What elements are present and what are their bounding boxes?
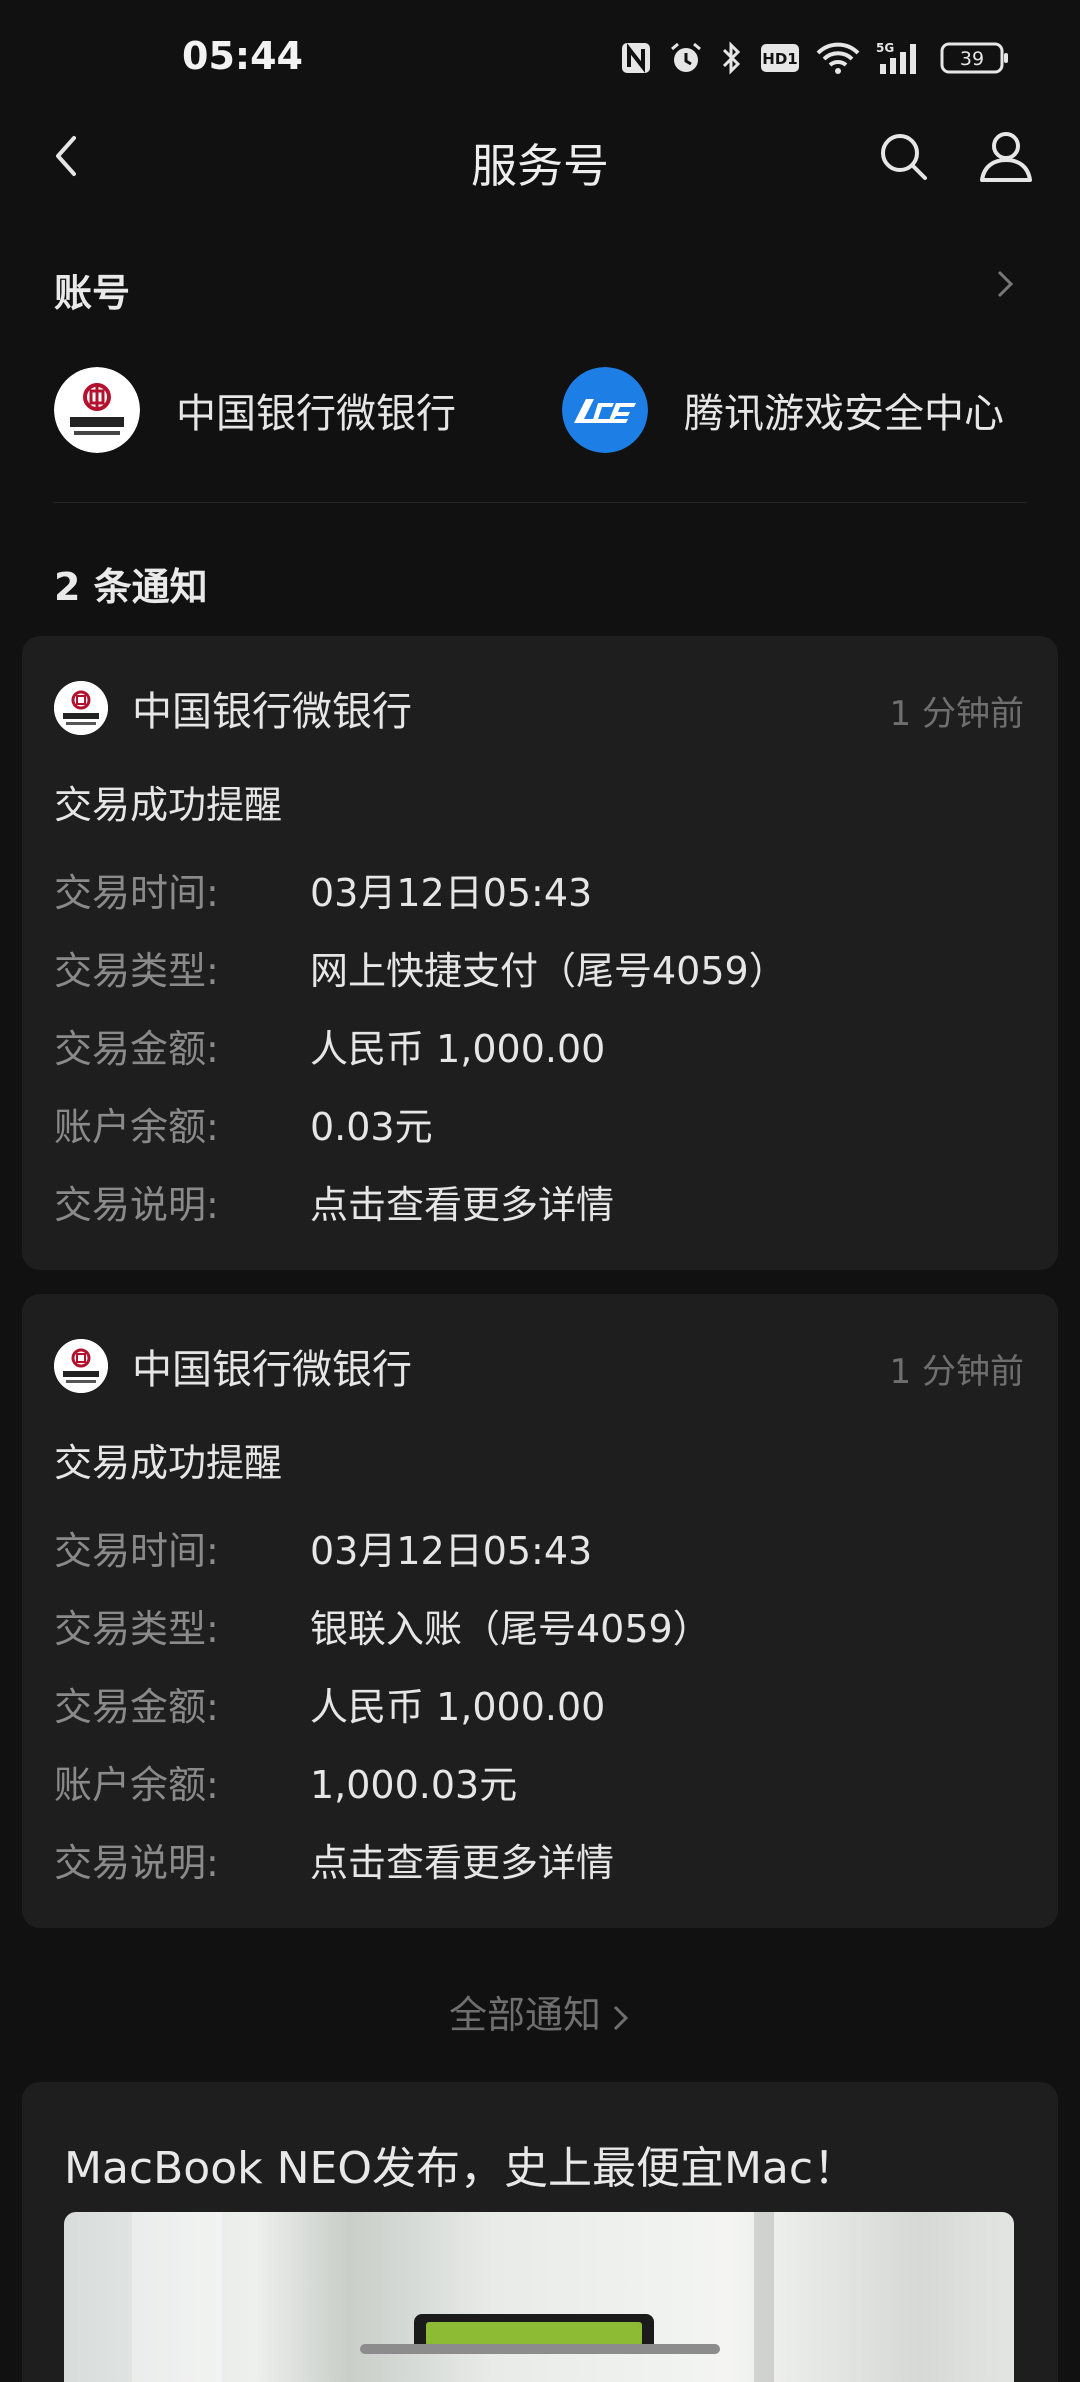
account-name: 腾讯游戏安全中心 [684, 391, 1004, 437]
status-icons: HD1 5G 39 [620, 40, 1010, 76]
account-item-ace[interactable]: 腾讯游戏安全中心 [562, 366, 1004, 454]
ace-logo-icon [562, 367, 648, 453]
chevron-right-icon[interactable] [990, 266, 1020, 302]
notification-card[interactable]: 中国银行微银行 1 分钟前 交易成功提醒 交易时间: 03月12日05:43 交易… [22, 636, 1058, 1270]
detail-row-time: 交易时间: 03月12日05:43 [54, 1520, 592, 1575]
account-item-boc[interactable]: 中国银行微银行 [54, 366, 456, 454]
card-sender: 中国银行微银行 [132, 689, 412, 735]
card-header: 中国银行微银行 [54, 680, 412, 736]
boc-logo-icon [54, 681, 108, 735]
detail-label: 账户余额: [54, 1763, 219, 1807]
detail-value: 1,000.03元 [310, 1763, 518, 1807]
svg-text:5G: 5G [876, 41, 894, 55]
detail-link[interactable]: 点击查看更多详情 [310, 1841, 614, 1885]
wifi-icon [816, 42, 860, 74]
hd-icon: HD1 [761, 44, 799, 72]
search-icon[interactable] [875, 128, 931, 184]
boc-logo-icon [54, 1339, 108, 1393]
article-image [64, 2212, 1014, 2382]
all-notifications-label: 全部通知 [448, 1993, 601, 2037]
detail-value: 0.03元 [310, 1105, 433, 1149]
divider [54, 502, 1026, 503]
article-title: MacBook NEO发布，史上最便宜Mac！ [64, 2143, 858, 2194]
svg-text:HD1: HD1 [762, 50, 797, 68]
detail-value: 03月12日05:43 [310, 871, 593, 915]
status-bar: 05:44 HD1 5G 39 [0, 0, 1080, 120]
detail-label: 交易时间: [54, 871, 219, 915]
detail-label: 交易金额: [54, 1027, 219, 1071]
card-subject: 交易成功提醒 [54, 1441, 283, 1485]
detail-value: 人民币 1,000.00 [310, 1685, 606, 1729]
home-indicator[interactable] [360, 2344, 720, 2354]
detail-label: 交易金额: [54, 1685, 219, 1729]
accounts-heading: 账号 [54, 271, 131, 315]
detail-label: 账户余额: [54, 1105, 219, 1149]
card-subject: 交易成功提醒 [54, 783, 283, 827]
detail-value: 03月12日05:43 [310, 1529, 593, 1573]
detail-row-type: 交易类型: 银联入账（尾号4059） [54, 1598, 711, 1653]
detail-row-balance: 账户余额: 1,000.03元 [54, 1754, 517, 1809]
signal-5g-icon: 5G [876, 41, 916, 74]
status-time: 05:44 [182, 34, 303, 78]
notification-count: 2 条通知 [54, 565, 208, 609]
article-card[interactable]: MacBook NEO发布，史上最便宜Mac！ [22, 2082, 1058, 2382]
notification-card[interactable]: 中国银行微银行 1 分钟前 交易成功提醒 交易时间: 03月12日05:43 交易… [22, 1294, 1058, 1928]
detail-row-balance: 账户余额: 0.03元 [54, 1096, 433, 1151]
chevron-right-icon [613, 2005, 629, 2030]
boc-logo-icon [54, 367, 140, 453]
detail-value: 人民币 1,000.00 [310, 1027, 606, 1071]
card-sender: 中国银行微银行 [132, 1347, 412, 1393]
card-time: 1 分钟前 [889, 694, 1024, 734]
detail-row-amount: 交易金额: 人民币 1,000.00 [54, 1018, 605, 1073]
detail-value: 银联入账（尾号4059） [310, 1607, 711, 1651]
detail-label: 交易说明: [54, 1841, 219, 1885]
detail-label: 交易时间: [54, 1529, 219, 1573]
detail-row-type: 交易类型: 网上快捷支付（尾号4059） [54, 940, 787, 995]
nfc-icon [622, 43, 650, 73]
detail-row-description[interactable]: 交易说明: 点击查看更多详情 [54, 1174, 614, 1229]
battery-icon: 39 [940, 42, 1008, 74]
detail-row-amount: 交易金额: 人民币 1,000.00 [54, 1676, 605, 1731]
profile-icon[interactable] [978, 128, 1034, 184]
detail-label: 交易类型: [54, 1607, 219, 1651]
svg-text:39: 39 [960, 48, 984, 70]
alarm-icon [671, 42, 701, 72]
all-notifications-link[interactable]: 全部通知 [0, 1984, 1080, 2039]
detail-label: 交易说明: [54, 1183, 219, 1227]
bluetooth-icon [722, 41, 741, 75]
card-header: 中国银行微银行 [54, 1338, 412, 1394]
detail-row-time: 交易时间: 03月12日05:43 [54, 862, 592, 917]
card-time: 1 分钟前 [889, 1352, 1024, 1392]
detail-row-description[interactable]: 交易说明: 点击查看更多详情 [54, 1832, 614, 1887]
detail-value: 网上快捷支付（尾号4059） [310, 949, 787, 993]
account-name: 中国银行微银行 [176, 391, 456, 437]
detail-link[interactable]: 点击查看更多详情 [310, 1183, 614, 1227]
detail-label: 交易类型: [54, 949, 219, 993]
